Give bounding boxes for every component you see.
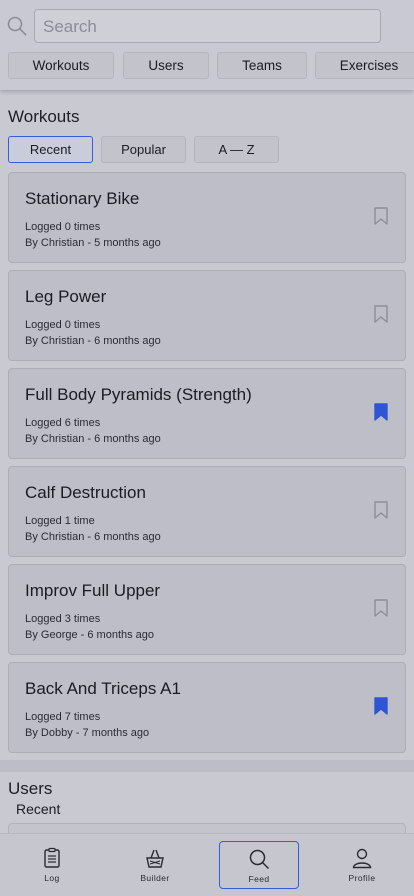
sort-recent-button[interactable]: Recent: [8, 136, 93, 163]
byline-prefix: By: [25, 727, 38, 739]
tab-profile[interactable]: Profile: [322, 841, 402, 889]
builder-icon: [146, 849, 164, 868]
person-icon: [352, 848, 372, 869]
tab-profile-label: Profile: [348, 873, 376, 883]
workout-byline: By Christian - 6 months ago: [25, 433, 161, 445]
workout-card[interactable]: Calf Destruction Logged 1 time By Christia…: [8, 466, 406, 557]
category-tab-teams[interactable]: Teams: [217, 52, 307, 79]
category-tabs: Workouts Users Teams Exercises: [8, 52, 414, 80]
workout-age: - 6 months ago: [77, 629, 155, 641]
workout-logged-count: Logged 0 times: [25, 319, 101, 331]
workout-card[interactable]: Full Body Pyramids (Strength) Logged 6 ti…: [8, 368, 406, 459]
workout-author-link[interactable]: Dobby: [41, 727, 73, 739]
workout-title: Back And Triceps A1: [25, 679, 181, 698]
sort-az-button[interactable]: A — Z: [194, 136, 279, 163]
workout-logged-count: Logged 0 times: [25, 221, 101, 233]
bookmark-icon[interactable]: [374, 501, 388, 519]
workout-byline: By George - 6 months ago: [25, 629, 154, 641]
workout-title: Calf Destruction: [25, 483, 146, 502]
search-icon: [7, 16, 27, 36]
workout-author-link[interactable]: Christian: [41, 237, 84, 249]
workout-logged-count: Logged 3 times: [25, 613, 101, 625]
workout-author-link[interactable]: Christian: [41, 433, 84, 445]
byline-prefix: By: [25, 335, 38, 347]
top-bar: Search Workouts Users Teams Exercises: [0, 0, 414, 90]
byline-prefix: By: [25, 237, 38, 249]
tab-builder[interactable]: Builder: [115, 841, 195, 889]
workout-byline: By Christian - 6 months ago: [25, 335, 161, 347]
workout-age: - 6 months ago: [84, 531, 161, 543]
workouts-section-title: Workouts: [8, 107, 80, 126]
workout-card[interactable]: Improv Full Upper Logged 3 times By George…: [8, 564, 406, 655]
workout-card[interactable]: Leg Power Logged 0 times By Christian - 6 …: [8, 270, 406, 361]
workout-author-link[interactable]: George: [41, 629, 78, 641]
workout-byline: By Christian - 6 months ago: [25, 531, 161, 543]
byline-prefix: By: [25, 531, 38, 543]
workout-logged-count: Logged 6 times: [25, 417, 101, 429]
users-recent-subtitle: Recent: [16, 801, 61, 817]
workout-byline: By Christian - 5 months ago: [25, 237, 161, 249]
category-tab-users[interactable]: Users: [123, 52, 209, 79]
category-tab-exercises[interactable]: Exercises: [315, 52, 414, 79]
workout-card[interactable]: Back And Triceps A1 Logged 7 times By Dobb…: [8, 662, 406, 753]
workout-logged-count: Logged 1 time: [25, 515, 95, 527]
workout-byline: By Dobby - 7 months ago: [25, 727, 149, 739]
bookmark-icon[interactable]: [374, 305, 388, 323]
bookmark-filled-icon[interactable]: [374, 403, 388, 421]
bookmark-icon[interactable]: [374, 207, 388, 225]
tab-feed[interactable]: Feed: [219, 841, 299, 889]
section-divider: [0, 760, 414, 772]
workout-age: - 6 months ago: [84, 433, 161, 445]
tab-log[interactable]: Log: [12, 841, 92, 889]
sort-popular-button[interactable]: Popular: [101, 136, 186, 163]
workout-card[interactable]: Stationary Bike Logged 0 times By Christia…: [8, 172, 406, 263]
clipboard-icon: [44, 847, 60, 868]
tab-feed-label: Feed: [248, 874, 270, 884]
tab-builder-label: Builder: [140, 873, 170, 883]
search-icon: [249, 849, 270, 870]
workout-title: Stationary Bike: [25, 189, 140, 208]
workout-age: - 7 months ago: [72, 727, 150, 739]
bookmark-icon[interactable]: [374, 599, 388, 617]
byline-prefix: By: [25, 433, 38, 445]
byline-prefix: By: [25, 629, 38, 641]
workout-age: - 5 months ago: [84, 237, 161, 249]
workout-author-link[interactable]: Christian: [41, 335, 84, 347]
workout-logged-count: Logged 7 times: [25, 711, 101, 723]
workout-age: - 6 months ago: [84, 335, 161, 347]
workout-author-link[interactable]: Christian: [41, 531, 84, 543]
workout-title: Leg Power: [25, 287, 107, 306]
tab-log-label: Log: [44, 873, 60, 883]
search-input[interactable]: Search: [34, 9, 381, 43]
category-tab-workouts[interactable]: Workouts: [8, 52, 114, 79]
workout-title: Full Body Pyramids (Strength): [25, 385, 252, 404]
workout-title: Improv Full Upper: [25, 581, 161, 600]
bottom-tab-bar: Log Builder Feed Profile: [0, 833, 414, 896]
users-section-title: Users: [8, 779, 53, 798]
bookmark-filled-icon[interactable]: [374, 697, 388, 715]
